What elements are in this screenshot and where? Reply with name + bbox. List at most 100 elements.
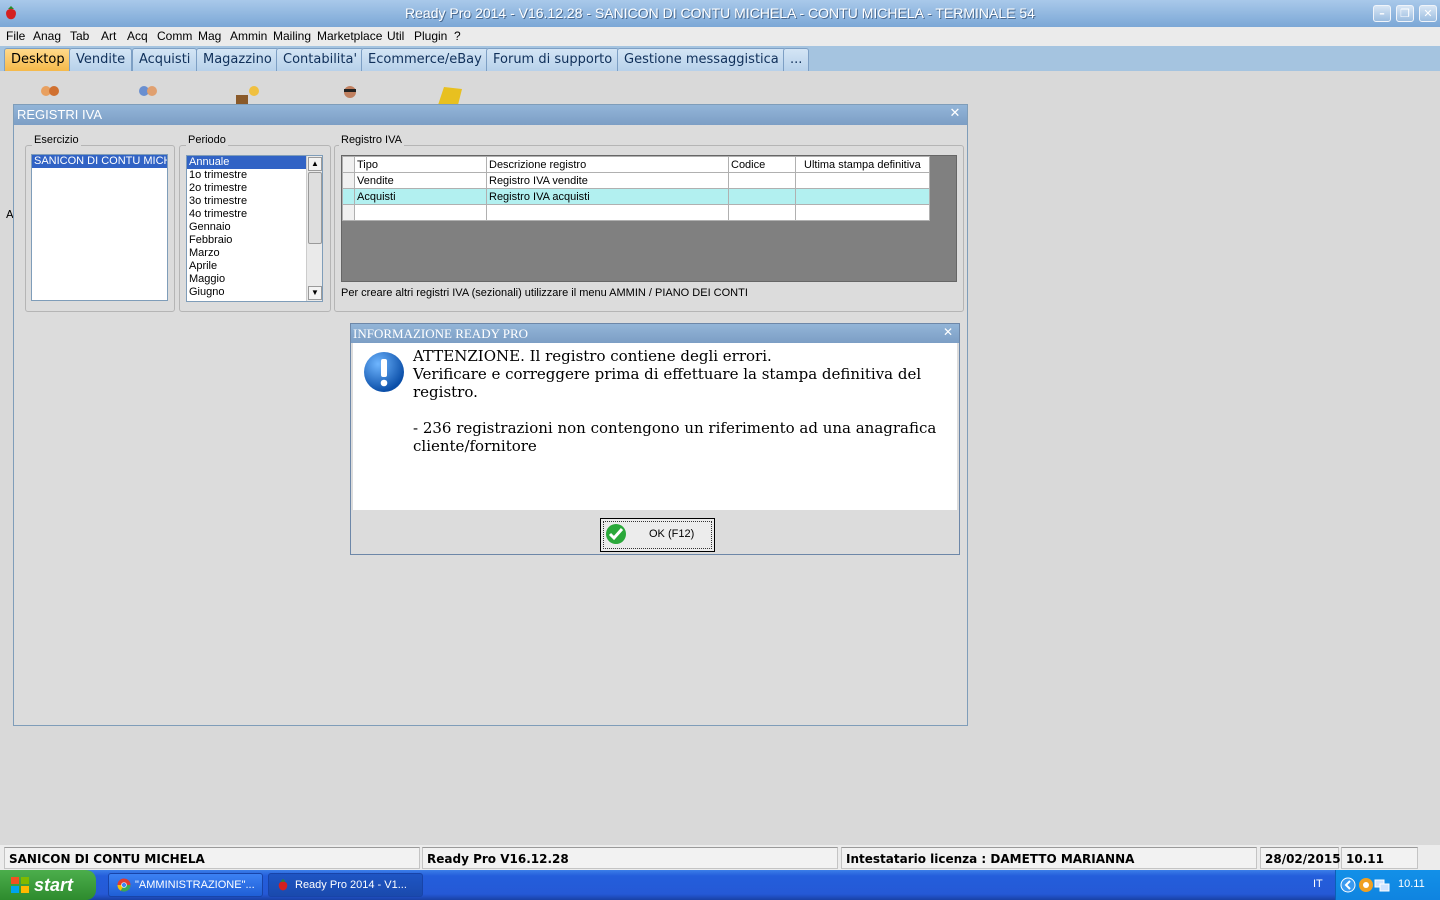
menu-bar: File Anag Tab Art Acq Comm Mag Ammin Mai… — [0, 27, 1440, 46]
periodo-item[interactable]: 2o trimestre — [187, 182, 322, 195]
windows-logo-icon — [11, 877, 29, 893]
table-row[interactable]: Acquisti Registro IVA acquisti — [342, 188, 930, 205]
table-row-empty[interactable] — [342, 204, 930, 221]
periodo-item[interactable]: Maggio — [187, 273, 322, 286]
col-header-codice[interactable]: Codice — [728, 156, 796, 173]
tab-acquisti[interactable]: Acquisti — [132, 48, 198, 71]
taskbar: start "AMMINISTRAZIONE"... Ready Pro 201… — [0, 870, 1440, 900]
periodo-item[interactable]: Gennaio — [187, 221, 322, 234]
cell-tipo[interactable]: Acquisti — [354, 188, 487, 205]
registro-note: Per creare altri registri IVA (sezionali… — [341, 287, 748, 299]
registri-close-icon[interactable]: ✕ — [947, 106, 963, 122]
status-company: SANICON DI CONTU MICHELA — [4, 847, 420, 869]
menu-mag[interactable]: Mag — [198, 29, 221, 43]
col-header-tipo[interactable]: Tipo — [354, 156, 487, 173]
agent-icon[interactable] — [336, 83, 364, 105]
menu-comm[interactable]: Comm — [157, 29, 192, 43]
menu-anag[interactable]: Anag — [33, 29, 61, 43]
periodo-label: Periodo — [186, 134, 228, 146]
status-time: 10.11 — [1341, 847, 1418, 869]
cell-descrizione[interactable]: Registro IVA vendite — [486, 172, 729, 189]
cell-codice[interactable] — [728, 188, 796, 205]
menu-help[interactable]: ? — [454, 29, 461, 43]
tab-magazzino[interactable]: Magazzino — [196, 48, 279, 71]
title-bar: Ready Pro 2014 - V16.12.28 - SANICON DI … — [0, 0, 1440, 27]
tab-ecommerce[interactable]: Ecommerce/eBay — [361, 48, 489, 71]
info-message: ATTENZIONE. Il registro contiene degli e… — [413, 347, 937, 455]
periodo-item[interactable]: Aprile — [187, 260, 322, 273]
menu-util[interactable]: Util — [387, 29, 404, 43]
tab-messaggistica[interactable]: Gestione messaggistica — [617, 48, 786, 71]
taskbar-item-chrome[interactable]: "AMMINISTRAZIONE"... — [108, 873, 263, 897]
tab-bar: Desktop Vendite Acquisti Magazzino Conta… — [0, 46, 1440, 71]
periodo-item-annuale[interactable]: Annuale — [187, 156, 322, 169]
status-date: 28/02/2015 — [1260, 847, 1341, 869]
registro-grid[interactable]: Tipo Descrizione registro Codice Ultima … — [341, 155, 957, 282]
exclamation-icon — [364, 352, 404, 392]
cell-tipo[interactable]: Vendite — [354, 172, 487, 189]
tab-contabilita[interactable]: Contabilita' — [276, 48, 365, 71]
menu-mailing[interactable]: Mailing — [273, 29, 311, 43]
scroll-up-arrow-icon[interactable]: ▲ — [308, 157, 322, 171]
scroll-thumb[interactable] — [308, 172, 322, 244]
periodo-item[interactable]: Giugno — [187, 286, 322, 299]
periodo-item[interactable]: 3o trimestre — [187, 195, 322, 208]
table-row[interactable]: Vendite Registro IVA vendite — [342, 172, 930, 189]
clock: 10.11 — [1398, 878, 1425, 890]
taskbar-item-readypro[interactable]: Ready Pro 2014 - V1... — [268, 873, 423, 897]
col-header-descrizione[interactable]: Descrizione registro — [486, 156, 729, 173]
scroll-down-arrow-icon[interactable]: ▼ — [308, 286, 322, 300]
menu-acq[interactable]: Acq — [127, 29, 148, 43]
folder-icon[interactable] — [434, 83, 462, 105]
tab-vendite[interactable]: Vendite — [69, 48, 133, 71]
window-title: Ready Pro 2014 - V16.12.28 - SANICON DI … — [405, 5, 1035, 21]
strawberry-icon — [278, 879, 288, 891]
workers-icon[interactable] — [234, 83, 262, 105]
language-indicator[interactable]: IT — [1313, 878, 1323, 890]
cell-ultima-stampa[interactable] — [795, 188, 930, 205]
periodo-item[interactable]: 1o trimestre — [187, 169, 322, 182]
esercizio-item[interactable]: SANICON DI CONTU MICHELA — [32, 155, 167, 168]
check-icon — [606, 524, 626, 544]
menu-tab[interactable]: Tab — [70, 29, 89, 43]
status-bar: SANICON DI CONTU MICHELA Ready Pro V16.1… — [0, 845, 1440, 870]
periodo-list[interactable]: Annuale 1o trimestre 2o trimestre 3o tri… — [186, 155, 323, 302]
tab-more[interactable]: ... — [783, 48, 810, 71]
cell-descrizione[interactable]: Registro IVA acquisti — [486, 188, 729, 205]
cell-codice[interactable] — [728, 172, 796, 189]
tab-forum[interactable]: Forum di supporto — [486, 48, 620, 71]
start-label: start — [34, 875, 74, 895]
contacts-icon[interactable] — [134, 83, 162, 105]
menu-marketplace[interactable]: Marketplace — [317, 29, 382, 43]
tray-arrow-icon[interactable] — [1340, 877, 1356, 893]
taskbar-item-label: Ready Pro 2014 - V1... — [295, 879, 407, 891]
registri-title: REGISTRI IVA — [14, 105, 967, 125]
info-close-icon[interactable]: ✕ — [941, 325, 955, 339]
registro-label: Registro IVA — [339, 134, 404, 146]
periodo-item[interactable]: 4o trimestre — [187, 208, 322, 221]
network-icon[interactable] — [1374, 877, 1390, 893]
menu-plugin[interactable]: Plugin — [414, 29, 447, 43]
info-dialog-title: INFORMAZIONE READY PRO — [351, 324, 959, 343]
status-version: Ready Pro V16.12.28 — [422, 847, 838, 869]
start-button[interactable]: start — [0, 870, 96, 900]
cell-ultima-stampa[interactable] — [795, 172, 930, 189]
tab-desktop[interactable]: Desktop — [4, 48, 72, 71]
chrome-icon — [117, 878, 131, 892]
users-icon[interactable] — [36, 83, 64, 105]
menu-file[interactable]: File — [6, 29, 25, 43]
ok-button[interactable]: OK (F12) — [600, 518, 715, 552]
esercizio-list[interactable]: SANICON DI CONTU MICHELA — [31, 154, 168, 301]
info-dialog-body: ATTENZIONE. Il registro contiene degli e… — [353, 343, 957, 510]
tray-app-icon[interactable] — [1358, 877, 1374, 893]
col-header-ultima-stampa[interactable]: Ultima stampa definitiva — [795, 156, 930, 173]
minimize-button[interactable]: – — [1373, 5, 1391, 22]
periodo-item[interactable]: Marzo — [187, 247, 322, 260]
status-license: Intestatario licenza : DAMETTO MARIANNA — [841, 847, 1257, 869]
restore-button[interactable]: ❐ — [1396, 5, 1414, 22]
menu-ammin[interactable]: Ammin — [230, 29, 267, 43]
periodo-item[interactable]: Febbraio — [187, 234, 322, 247]
close-button[interactable]: ✕ — [1419, 5, 1437, 22]
periodo-scrollbar[interactable]: ▲ ▼ — [306, 156, 322, 301]
menu-art[interactable]: Art — [101, 29, 116, 43]
